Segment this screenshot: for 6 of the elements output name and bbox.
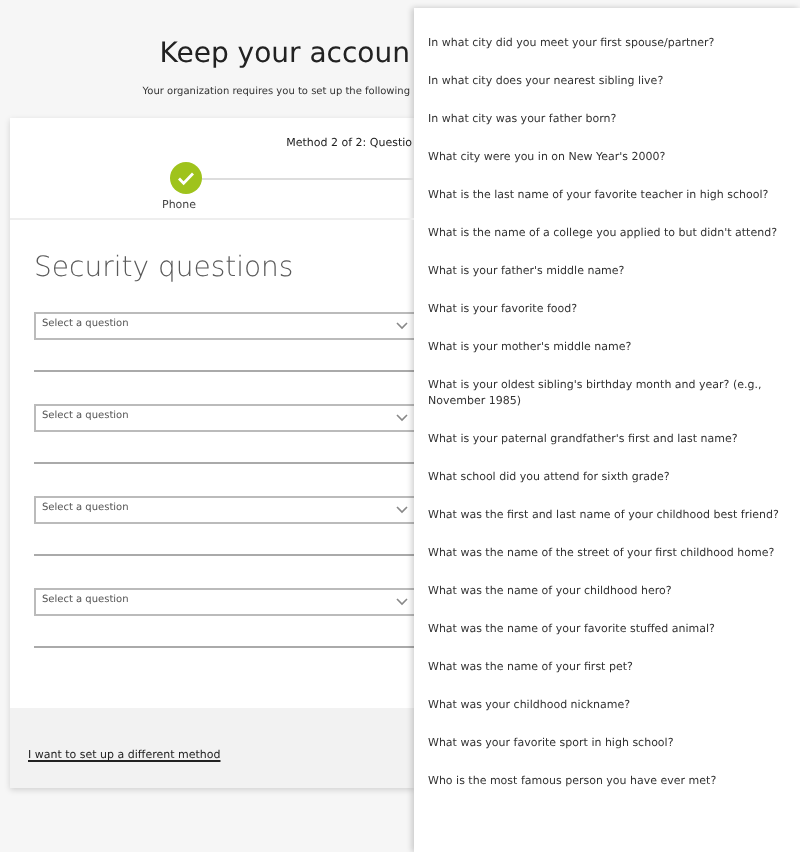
chevron-down-icon bbox=[396, 413, 408, 422]
section-heading: Security questions bbox=[34, 249, 296, 288]
page-title: Keep your accoun bbox=[157, 36, 410, 72]
chevron-down-icon bbox=[396, 321, 408, 330]
chevron-down-icon bbox=[396, 505, 408, 514]
chevron-down-icon bbox=[396, 597, 408, 606]
